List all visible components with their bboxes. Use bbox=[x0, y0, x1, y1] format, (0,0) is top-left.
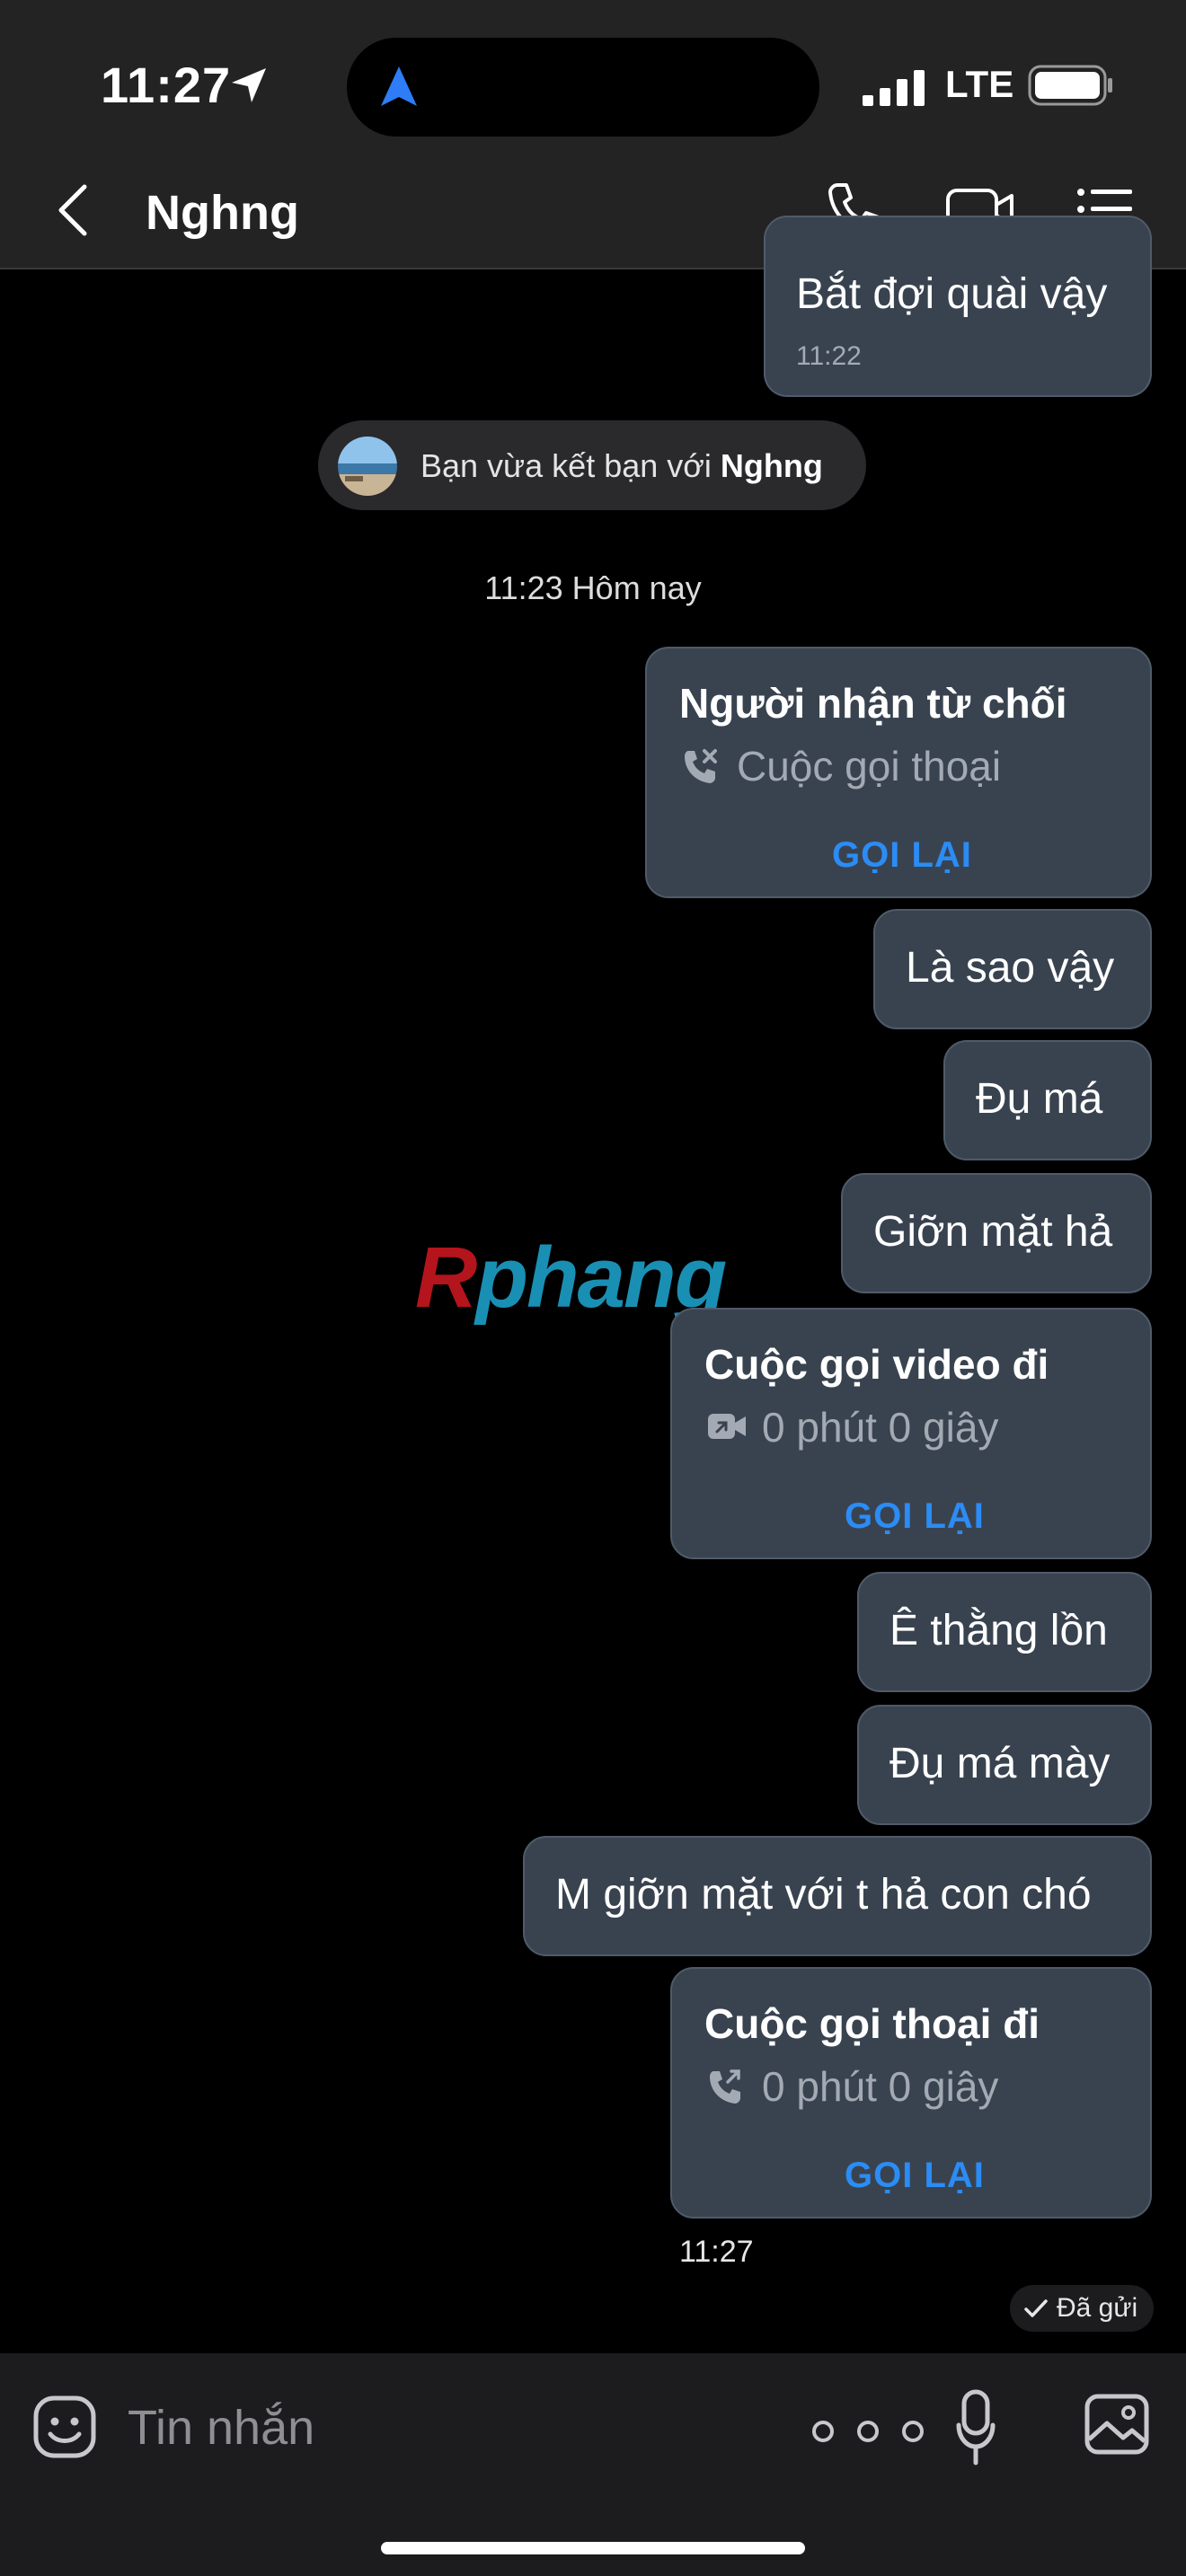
call-title: Cuộc gọi video đi bbox=[704, 1341, 1049, 1388]
message-text: Đụ má bbox=[976, 1075, 1103, 1123]
message-bubble[interactable]: Là sao vậy bbox=[873, 909, 1152, 1029]
microphone-icon[interactable] bbox=[956, 2389, 996, 2466]
notice-text: Bạn vừa kết bạn với bbox=[420, 447, 721, 484]
more-options-icon[interactable] bbox=[809, 2420, 927, 2443]
message-input[interactable]: Tin nhắn bbox=[128, 2400, 314, 2456]
network-type: LTE bbox=[945, 63, 1014, 105]
call-title: Cuộc gọi thoại đi bbox=[704, 2000, 1040, 2047]
message-timestamp: 11:27 bbox=[679, 2235, 754, 2269]
date-separator: 11:23 Hôm nay bbox=[484, 569, 702, 606]
video-camera-icon bbox=[708, 1414, 746, 1439]
message-text: Ê thằng lồn bbox=[890, 1607, 1108, 1654]
call-message-bubble[interactable]: Cuộc gọi thoại đi 0 phút 0 giây GỌI LẠI bbox=[670, 1967, 1152, 2219]
call-message-bubble[interactable]: Cuộc gọi video đi 0 phút 0 giây GỌI LẠI bbox=[670, 1308, 1152, 1559]
contact-name[interactable]: Nghng bbox=[146, 185, 299, 241]
message-bubble[interactable]: M giỡn mặt với t hả con chó bbox=[523, 1836, 1152, 1956]
location-arrow-icon bbox=[232, 68, 266, 102]
message-bubble[interactable]: Giỡn mặt hả bbox=[841, 1173, 1152, 1293]
call-declined-icon bbox=[685, 749, 717, 783]
cellular-signal-icon bbox=[863, 70, 925, 106]
notice-name: Nghng bbox=[720, 447, 823, 484]
friend-added-notice: Bạn vừa kết bạn với Nghng bbox=[318, 420, 866, 510]
back-chevron-icon[interactable] bbox=[56, 183, 92, 237]
checkmark-icon bbox=[1024, 2299, 1048, 2317]
message-bubble[interactable]: Ê thằng lồn bbox=[857, 1572, 1152, 1692]
avatar bbox=[338, 437, 397, 496]
call-back-button[interactable]: GỌI LẠI bbox=[845, 2156, 985, 2196]
image-gallery-icon[interactable] bbox=[1084, 2393, 1150, 2456]
message-bubble[interactable]: Đụ má mày bbox=[857, 1705, 1152, 1825]
sent-status-badge: Đã gửi bbox=[1010, 2285, 1155, 2332]
message-text: Giỡn mặt hả bbox=[873, 1208, 1113, 1256]
home-indicator[interactable] bbox=[381, 2542, 805, 2554]
message-time: 11:22 bbox=[796, 341, 862, 371]
navigation-icon bbox=[381, 66, 417, 106]
message-bubble-prev[interactable] bbox=[764, 243, 1152, 397]
message-text: Đụ má mày bbox=[890, 1740, 1111, 1787]
message-text: M giỡn mặt với t hả con chó bbox=[555, 1871, 1092, 1919]
outgoing-call-icon bbox=[710, 2069, 740, 2104]
battery-icon bbox=[1028, 65, 1112, 106]
message-text: Là sao vậy bbox=[906, 944, 1115, 992]
status-time: 11:27 bbox=[101, 57, 232, 113]
call-message-bubble[interactable]: Người nhận từ chối Cuộc gọi thoại GỌI LẠ… bbox=[645, 647, 1152, 898]
message-text: Bắt đợi quài vậy bbox=[796, 270, 1108, 318]
sent-status-text: Đã gửi bbox=[1057, 2293, 1138, 2323]
message-bubble[interactable]: Đụ má bbox=[943, 1040, 1152, 1160]
call-subtitle: Cuộc gọi thoại bbox=[737, 743, 1002, 790]
call-title: Người nhận từ chối bbox=[679, 680, 1067, 727]
call-back-button[interactable]: GỌI LẠI bbox=[832, 835, 972, 876]
message-composer: Tin nhắn bbox=[0, 2353, 1186, 2576]
call-subtitle: 0 phút 0 giây bbox=[762, 1404, 999, 1451]
call-subtitle: 0 phút 0 giây bbox=[762, 2063, 999, 2110]
emoji-sticker-icon[interactable] bbox=[32, 2395, 97, 2459]
call-back-button[interactable]: GỌI LẠI bbox=[845, 1496, 985, 1537]
